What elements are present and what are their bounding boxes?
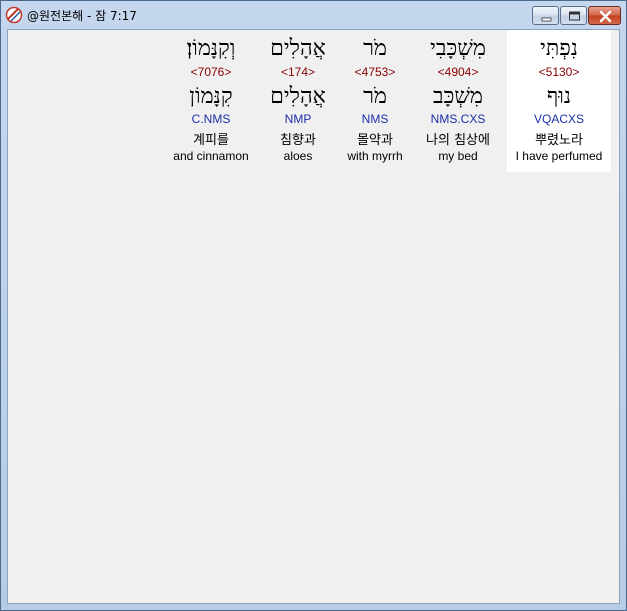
morphology-code[interactable]: VQACXS bbox=[507, 112, 611, 126]
hebrew-lemma: נוּף bbox=[546, 84, 572, 109]
strong-number[interactable]: <5130> bbox=[507, 65, 611, 79]
korean-gloss: 침향과 bbox=[280, 133, 316, 148]
korean-gloss: 계피를 bbox=[193, 133, 229, 148]
english-gloss: and cinnamon bbox=[173, 149, 249, 163]
maximize-icon bbox=[569, 11, 580, 21]
title-bar[interactable]: @원전본해 - 잠 7:17 bbox=[1, 1, 626, 29]
english-gloss: my bed bbox=[438, 149, 478, 163]
hebrew-word: וְקִנָּמוֹן׃ bbox=[186, 36, 236, 61]
app-logo-icon bbox=[5, 6, 23, 24]
korean-gloss: 나의 침상에 bbox=[426, 133, 490, 148]
hebrew-lemma: קִנָּמוֹן bbox=[189, 84, 233, 109]
morphology-code[interactable]: C.NMS bbox=[167, 112, 255, 126]
hebrew-lemma: מִשְׁכָּב bbox=[433, 84, 483, 109]
hebrew-word: נִפְתִּי bbox=[540, 36, 578, 61]
strong-number[interactable]: <4904> bbox=[413, 65, 503, 79]
english-gloss: aloes bbox=[283, 149, 313, 163]
english-gloss: with myrrh bbox=[347, 149, 403, 163]
interlinear-panel[interactable]: נִפְתִּי <5130> נוּף VQACXS 뿌렸노라 I have … bbox=[7, 29, 620, 604]
morphology-code[interactable]: NMS bbox=[341, 112, 409, 126]
hebrew-word: אֲהָלִים bbox=[270, 36, 326, 61]
hebrew-word: מֹר bbox=[363, 36, 387, 61]
english-gloss: I have perfumed bbox=[515, 149, 603, 163]
minimize-icon bbox=[541, 17, 552, 22]
strong-number[interactable]: <7076> bbox=[167, 65, 255, 79]
korean-gloss: 뿌렸노라 bbox=[535, 133, 583, 148]
close-button[interactable] bbox=[588, 6, 621, 25]
korean-gloss: 몰약과 bbox=[357, 133, 393, 148]
strong-number[interactable]: <174> bbox=[259, 65, 337, 79]
app-window: @원전본해 - 잠 7:17 נִפְתִּי <5130> נוּף VQAC… bbox=[0, 0, 627, 611]
hebrew-lemma: אֲהָלִים bbox=[270, 84, 326, 109]
hebrew-word: מִשְׁכָּבִי bbox=[430, 36, 486, 61]
window-title: @원전본해 - 잠 7:17 bbox=[27, 9, 137, 23]
morphology-code[interactable]: NMP bbox=[259, 112, 337, 126]
caption-buttons bbox=[531, 6, 621, 25]
strong-number[interactable]: <4753> bbox=[341, 65, 409, 79]
close-icon bbox=[599, 10, 612, 23]
hebrew-lemma: מֹר bbox=[363, 84, 387, 109]
minimize-button[interactable] bbox=[532, 6, 559, 25]
morphology-code[interactable]: NMS.CXS bbox=[413, 112, 503, 126]
maximize-button[interactable] bbox=[560, 6, 587, 25]
